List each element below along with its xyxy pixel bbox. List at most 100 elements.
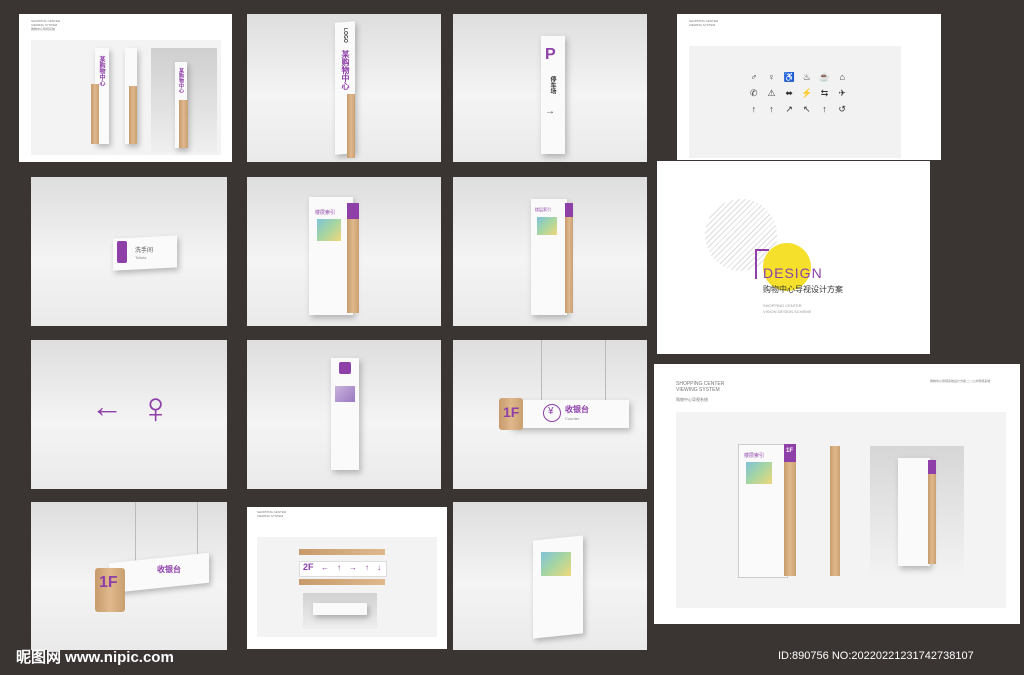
directory-board-a-map — [317, 219, 341, 241]
counter-render-a: 1F ¥ 收银台 Counter — [453, 340, 647, 489]
icon-sheet-glyph-icon: ♀ — [768, 72, 775, 82]
hang-wire-b-left — [135, 502, 136, 562]
watermark-brand: 昵图网 www.nipic.com — [16, 649, 174, 666]
icon-sheet-glyph-icon: ☕ — [818, 72, 831, 82]
directory-board-b-wood — [565, 217, 573, 313]
wall-sign-label-en: Toilets — [135, 255, 147, 260]
hanging-sign-sheet: SHOPPING CENTER VIEWING SYSTEM 2F ← ↑ → ↑ ↓ — [247, 507, 447, 649]
parking-pillar-render: P 停车场 → — [453, 14, 647, 162]
directory-board-b-map — [537, 217, 557, 235]
directory-board-d — [533, 535, 583, 639]
hang-wire-right — [605, 340, 606, 400]
cover-sheet: DESIGN 购物中心导视设计方案 SHOPPING CENTER VISION… — [657, 161, 930, 354]
icon-sheet-glyph-icon: ↑ — [822, 104, 827, 114]
directory-render-d — [453, 502, 647, 650]
icon-sheet-glyph-icon: ⌂ — [839, 72, 845, 82]
hang-wire-left — [541, 340, 542, 400]
wall-sign-label: 洗手间 — [135, 248, 154, 254]
tall-pillar-logo: LOGO — [342, 28, 348, 43]
hanging-arrows: ← ↑ → ↑ ↓ — [321, 563, 381, 572]
directory-board-a-title: 楼层索引 — [315, 210, 336, 216]
spec-header-sub: VIEWING SYSTEM — [676, 387, 720, 393]
tall-pillar-render: LOGO 某购物中心 — [247, 14, 441, 162]
tall-pillar-label: 某购物中心 — [341, 50, 350, 90]
directory-spec-sheet: SHOPPING CENTER VIEWING SYSTEM 购物中心导视系统 … — [654, 364, 1020, 624]
spec-board-wood — [784, 444, 796, 576]
corridor-arrow-icon: ↑ — [337, 563, 341, 572]
direction-render: ← ♀ — [31, 340, 227, 489]
hanging-floor: 2F — [303, 562, 314, 572]
directory-board-d-map — [541, 552, 571, 576]
spec-photo-wood — [928, 474, 936, 564]
counter-label-en-a: Counter — [565, 416, 580, 421]
spec-map — [746, 462, 772, 484]
cover-title-cn: 购物中心导视设计方案 — [763, 285, 843, 294]
pillar-front-wood — [91, 84, 99, 144]
counter-label-b: 收银台 — [157, 565, 181, 574]
parking-letter: P — [545, 46, 556, 63]
directory-render-c — [247, 340, 441, 489]
icon-sheet: SHOPPING CENTER VIEWING SYSTEM ♂ ♀ ♿ ♨ ☕ ⌂ ✆ ⚠ ⬌… — [677, 14, 941, 160]
pillar-side-wood — [129, 86, 137, 144]
icon-sheet-glyph-icon: ⚠ — [767, 88, 776, 98]
watermark-id: ID:890756 NO:20220221231742738107 — [778, 650, 974, 662]
hang-wire-b-right — [197, 502, 198, 556]
pillar-photo-wood — [179, 100, 188, 148]
pillar-photo-label: 某购物中心 — [178, 68, 184, 93]
spec-side-view — [830, 446, 840, 576]
person-icon: ♀ — [139, 384, 172, 433]
icon-sheet-glyph-icon: ⬌ — [785, 88, 793, 98]
wall-sign-render: 洗手间 Toilets — [31, 177, 227, 326]
hanging-bar-bottom — [299, 579, 385, 585]
spec-header-right: 购物中心导视系统设计方案 二 | 公共导视系统 — [930, 379, 991, 383]
elevation-sheet: SHOPPING CENTER VIEWING SYSTEM 购物中心导视系统 … — [19, 14, 232, 162]
directory-board-c-tab — [339, 362, 351, 374]
directory-board-b-tab — [565, 203, 573, 217]
counter-floor-b: 1F — [99, 574, 118, 591]
pillar-front-label: 某购物中心 — [98, 56, 104, 86]
spec-header-cn: 购物中心导视系统 — [676, 397, 708, 402]
directory-render-a: 楼层索引 — [247, 177, 441, 326]
cover-design-word: DESIGN — [763, 265, 823, 281]
cover-sub2: VISION DESIGN SCHEME — [763, 309, 812, 314]
counter-label-a: 收银台 — [565, 405, 589, 414]
tall-pillar-wood — [347, 94, 355, 158]
icon-sheet-glyph-icon: ↺ — [838, 104, 846, 114]
counter-render-b: 1F 收银台 — [31, 502, 227, 650]
icon-sheet-sub: VIEWING SYSTEM — [689, 23, 716, 27]
icon-sheet-glyph-icon: ⚡ — [801, 88, 813, 98]
hanging-header-sub: VIEWING SYSTEM — [257, 514, 284, 518]
directory-render-b: 楼层索引 — [453, 177, 647, 326]
wall-sign-icon — [117, 241, 127, 263]
hanging-photo-sign — [313, 603, 367, 615]
cover-sub1: SHOPPING CENTER — [763, 303, 802, 308]
direction-arrow: ← — [91, 388, 123, 424]
icon-sheet-glyph-icon: ✆ — [750, 88, 758, 98]
spec-photo-board — [898, 458, 930, 566]
parking-arrow: → — [545, 106, 555, 117]
icon-sheet-glyph-icon: ♨ — [802, 72, 811, 82]
corridor-arrow-icon: ↓ — [377, 563, 381, 572]
directory-board-b-title: 楼层索引 — [535, 207, 551, 212]
directory-board-c — [331, 358, 359, 470]
spec-title: 楼层索引 — [744, 453, 765, 459]
directory-board-a-tab — [347, 203, 359, 219]
directory-board-a-wood — [347, 219, 359, 313]
icon-sheet-glyph-icon: ♂ — [750, 72, 758, 82]
yuan-symbol: ¥ — [548, 406, 554, 417]
icon-sheet-glyph-icon: ↑ — [751, 104, 757, 114]
icon-grid: ♂ ♀ ♿ ♨ ☕ ⌂ ✆ ⚠ ⬌ ⚡ ⇆ ✈ ↑ ↑ ↗ ↖ ↑ ↺ — [745, 72, 851, 152]
icon-sheet-glyph-icon: ✈ — [838, 88, 846, 98]
corridor-arrow-icon: → — [349, 563, 357, 572]
directory-board-c-map — [335, 386, 355, 402]
icon-sheet-glyph-icon: ↗ — [785, 104, 793, 114]
icon-sheet-glyph-icon: ↑ — [769, 104, 774, 114]
sheet-header-cn: 购物中心导视系统 — [31, 27, 56, 31]
spec-floor: 1F — [786, 448, 794, 454]
icon-sheet-glyph-icon: ⇆ — [820, 88, 829, 98]
counter-floor-a: 1F — [503, 404, 520, 420]
icon-sheet-glyph-icon: ↖ — [803, 104, 811, 114]
corridor-arrow-icon: ← — [321, 563, 329, 572]
spec-photo-tab — [928, 460, 936, 474]
hanging-bar-top — [299, 549, 385, 555]
